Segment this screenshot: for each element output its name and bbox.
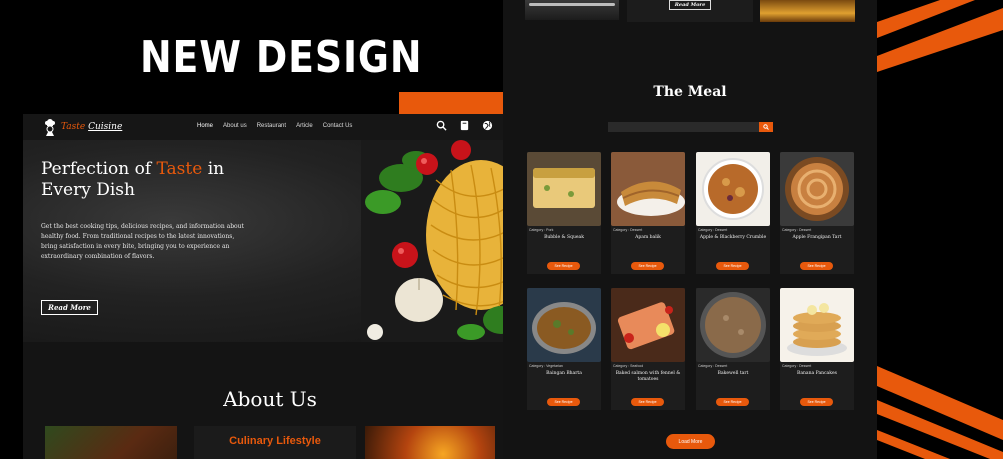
headline: NEW DESIGN <box>140 32 423 83</box>
meal-name: Apam balik <box>635 235 661 240</box>
meal-category: Category : Seafood <box>613 364 644 368</box>
see-recipe-button[interactable]: See Recipe <box>716 262 749 270</box>
top-read-more-button[interactable]: Read More <box>669 0 711 10</box>
meal-image <box>527 288 601 362</box>
meal-card[interactable]: Category : Dessert Apple Frangipan Tart … <box>780 152 854 274</box>
logo[interactable]: Taste Cuisine <box>43 118 122 136</box>
meal-search-button[interactable] <box>759 122 773 132</box>
meal-image <box>780 288 854 362</box>
see-recipe-button[interactable]: See Recipe <box>631 398 664 406</box>
nav-contact[interactable]: Contact Us <box>323 123 353 129</box>
meal-image <box>696 152 770 226</box>
book-icon[interactable] <box>459 120 470 131</box>
search-icon[interactable] <box>436 120 447 131</box>
meal-name: Baked salmon with fennel & tomatoes <box>615 371 681 382</box>
see-recipe-button[interactable]: See Recipe <box>800 262 833 270</box>
nav-restaurant[interactable]: Restaurant <box>257 123 286 129</box>
see-recipe-button[interactable]: See Recipe <box>800 398 833 406</box>
about-card-culinary: Culinary Lifestyle <box>194 426 356 459</box>
meal-category: Category : Dessert <box>698 228 728 232</box>
nav-article[interactable]: Article <box>296 123 313 129</box>
logo-text-part1: Taste <box>61 122 86 132</box>
meal-image <box>611 288 685 362</box>
see-recipe-button[interactable]: See Recipe <box>631 262 664 270</box>
hero-title: Perfection of Taste in Every Dish <box>41 159 241 201</box>
chef-icon <box>45 119 55 136</box>
meal-image <box>780 152 854 226</box>
meal-card[interactable]: Category : Dessert Bakewell tart See Rec… <box>696 288 770 410</box>
about-image-fire <box>365 426 495 459</box>
meal-card[interactable]: Category : Dessert Banana Pancakes See R… <box>780 288 854 410</box>
see-recipe-button[interactable]: See Recipe <box>547 398 580 406</box>
meal-card[interactable]: Category : Vegetarian Baingan Bharta See… <box>527 288 601 410</box>
pasta-food-image <box>361 140 517 342</box>
hero-title-part1: Perfection of <box>41 159 157 179</box>
meal-card[interactable]: Category : Dessert Apam balik See Recipe <box>611 152 685 274</box>
hero-title-accent: Taste <box>156 159 203 179</box>
nav-home[interactable]: Home <box>197 123 213 129</box>
meal-category: Category : Dessert <box>613 228 643 232</box>
meal-name: Banana Pancakes <box>797 371 837 376</box>
about-title: About Us <box>223 387 317 411</box>
about-image-food <box>45 426 177 459</box>
meal-category: Category : Vegetarian <box>529 364 563 368</box>
globe-icon[interactable] <box>482 120 493 131</box>
navbar: Taste Cuisine Home About us Restaurant A… <box>23 114 517 140</box>
meal-name: Baingan Bharta <box>546 371 582 376</box>
nav-about[interactable]: About us <box>223 123 247 129</box>
about-card-title: Culinary Lifestyle <box>229 435 321 447</box>
meal-category: Category : Dessert <box>782 364 812 368</box>
meal-title: The Meal <box>653 84 727 100</box>
nav-icons <box>436 120 493 131</box>
meal-category: Category : Dessert <box>698 364 728 368</box>
search-icon <box>763 124 769 130</box>
see-recipe-button[interactable]: See Recipe <box>547 262 580 270</box>
see-recipe-button[interactable]: See Recipe <box>716 398 749 406</box>
orange-accent-block <box>399 92 503 114</box>
meal-page-mockup: Read More The Meal Category : Pork Bubbl… <box>503 0 877 459</box>
logo-text: Taste Cuisine <box>61 122 122 132</box>
logo-text-part2: Cuisine <box>88 122 123 132</box>
meal-card[interactable]: Category : Seafood Baked salmon with fen… <box>611 288 685 410</box>
meal-image <box>696 288 770 362</box>
read-more-button[interactable]: Read More <box>41 300 98 315</box>
meal-image <box>611 152 685 226</box>
nav-links: Home About us Restaurant Article Contact… <box>197 123 352 129</box>
meal-name: Apple & Blackberry Crumble <box>699 235 767 240</box>
meal-card[interactable]: Category : Pork Bubble & Squeak See Reci… <box>527 152 601 274</box>
top-image-left <box>525 0 619 20</box>
hero-description: Get the best cooking tips, delicious rec… <box>41 223 244 260</box>
meal-category: Category : Pork <box>529 228 554 232</box>
meal-category: Category : Dessert <box>782 228 812 232</box>
top-strip: Read More <box>503 0 877 24</box>
meal-name: Apple Frangipan Tart <box>792 235 842 240</box>
top-image-right <box>760 0 855 22</box>
meal-name: Bubble & Squeak <box>544 235 584 240</box>
meal-name: Bakewell tart <box>717 371 749 376</box>
hero-section: Perfection of Taste in Every Dish Get th… <box>23 140 517 342</box>
meal-card[interactable]: Category : Dessert Apple & Blackberry Cr… <box>696 152 770 274</box>
meal-image <box>527 152 601 226</box>
meal-search-input[interactable] <box>608 122 759 132</box>
load-more-button[interactable]: Load More <box>666 434 715 449</box>
homepage-mockup: Taste Cuisine Home About us Restaurant A… <box>23 114 517 459</box>
